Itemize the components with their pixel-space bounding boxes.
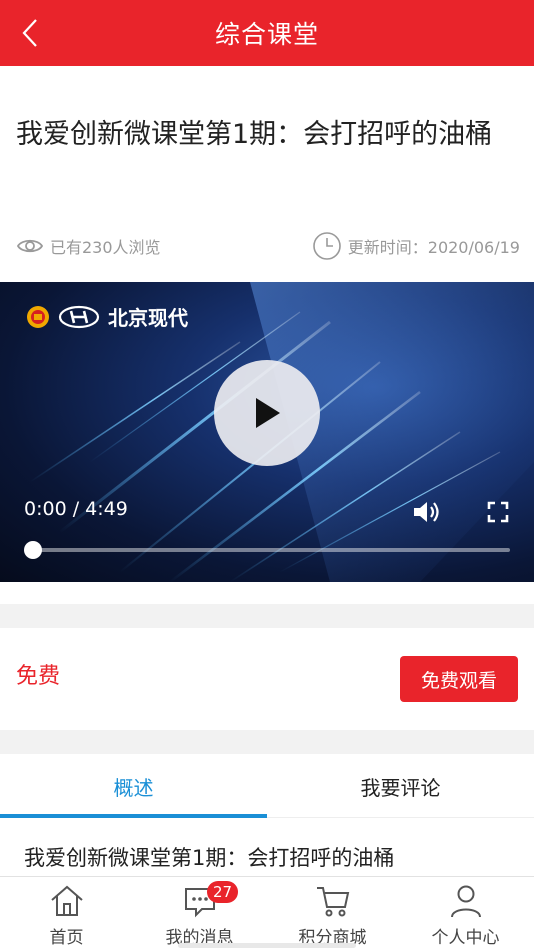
content-tabs: 概述 我要评论 <box>0 754 534 818</box>
bottom-navigation: 首页 27 我的消息 积分商城 个人中心 <box>0 876 534 950</box>
nav-item-home[interactable]: 首页 <box>0 877 133 950</box>
view-count: 已有230人浏览 <box>16 234 161 258</box>
chevron-left-icon <box>22 19 37 47</box>
tab-comment[interactable]: 我要评论 <box>267 754 534 818</box>
home-icon <box>50 885 83 916</box>
brand-name: 北京现代 <box>108 306 188 330</box>
nav-item-messages[interactable]: 27 我的消息 <box>133 877 266 950</box>
home-indicator <box>178 943 356 948</box>
nav-label-profile: 个人中心 <box>431 928 500 948</box>
nav-item-shop[interactable]: 积分商城 <box>266 877 399 950</box>
nav-item-profile[interactable]: 个人中心 <box>399 877 532 950</box>
price-label: 免费 <box>16 664 61 689</box>
update-time-text: 更新时间：2020/06/19 <box>347 238 520 257</box>
video-player[interactable]: 北京现代 0:00 / 4:49 <box>0 282 534 582</box>
video-progress-bar[interactable] <box>24 541 510 559</box>
volume-button[interactable] <box>412 498 442 526</box>
clock-icon <box>312 232 341 260</box>
article-meta: 已有230人浏览 更新时间：2020/06/19 <box>16 228 520 264</box>
page-title: 综合课堂 <box>214 20 319 49</box>
user-icon <box>450 885 481 918</box>
play-icon <box>256 398 280 428</box>
top-navigation-bar: 综合课堂 <box>0 0 534 66</box>
union-emblem-icon <box>27 305 49 328</box>
message-badge: 27 <box>207 881 239 903</box>
brand-logo: 北京现代 <box>26 302 188 331</box>
cart-icon <box>316 887 349 917</box>
tab-overview[interactable]: 概述 <box>0 754 267 818</box>
view-count-text: 已有230人浏览 <box>50 238 161 257</box>
article-title: 我爱创新微课堂第1期：会打招呼的油桶 <box>16 119 493 150</box>
overview-text: 我爱创新微课堂第1期：会打招呼的油桶 <box>24 846 395 870</box>
free-watch-button[interactable]: 免费观看 <box>400 656 518 702</box>
play-button[interactable] <box>214 360 320 466</box>
video-progress-knob[interactable] <box>24 541 42 559</box>
active-tab-indicator <box>0 814 267 818</box>
section-divider <box>0 604 534 628</box>
eye-icon <box>16 239 44 253</box>
nav-label-home: 首页 <box>49 928 84 948</box>
volume-icon <box>414 502 439 522</box>
fullscreen-button[interactable] <box>486 500 510 524</box>
video-time: 0:00 / 4:49 <box>24 498 128 520</box>
back-button[interactable] <box>12 14 48 52</box>
fullscreen-icon <box>487 501 509 523</box>
update-time: 更新时间：2020/06/19 <box>312 231 520 261</box>
hyundai-logo-icon <box>58 305 100 328</box>
section-divider <box>0 730 534 754</box>
